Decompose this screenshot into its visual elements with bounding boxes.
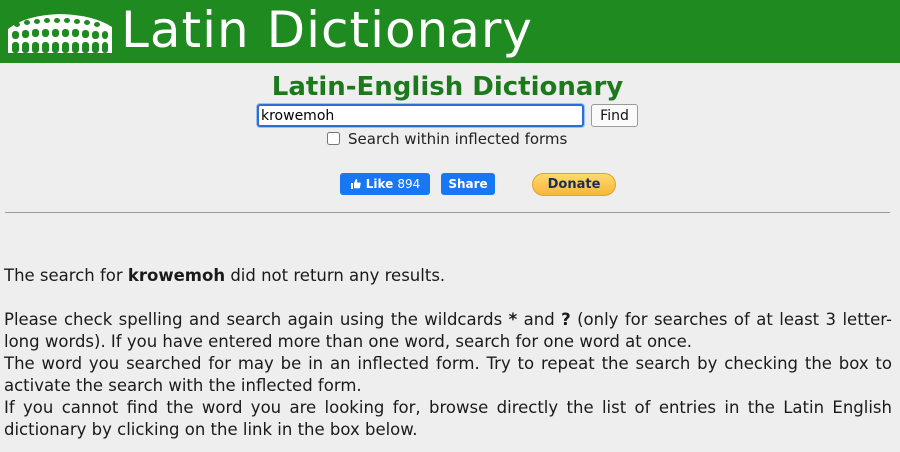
inflected-forms-checkbox[interactable] — [327, 132, 340, 145]
no-results-message: The search for krowemoh did not return a… — [4, 265, 892, 287]
searched-term: krowemoh — [127, 266, 226, 285]
like-label: Like — [365, 177, 394, 191]
result-suffix: did not return any results. — [225, 266, 446, 285]
facebook-share-button[interactable]: Share — [441, 173, 495, 195]
donate-button[interactable]: Donate — [532, 173, 616, 196]
help-text: Please check spelling and search again u… — [4, 309, 892, 441]
site-header: Latin Dictionary — [0, 0, 900, 63]
browse-tip: If you cannot find the word you are look… — [4, 398, 892, 439]
wildcard-tip-text: Please check spelling and search again u… — [4, 310, 509, 329]
page-title: Latin-English Dictionary — [271, 72, 624, 102]
facebook-like-button[interactable]: Like 894 — [340, 173, 430, 195]
find-button[interactable]: Find — [591, 104, 638, 127]
wildcard-star: * — [508, 310, 518, 329]
colosseum-icon[interactable] — [6, 9, 114, 55]
site-title[interactable]: Latin Dictionary — [121, 0, 533, 63]
wildcard-tip: Please check spelling and search again u… — [4, 309, 892, 353]
divider — [5, 212, 890, 213]
inflected-forms-option[interactable]: Search within inflected forms — [327, 129, 567, 149]
wildcard-tip-and: and — [517, 310, 562, 329]
wildcard-question: ? — [561, 310, 571, 329]
search-input[interactable] — [257, 104, 584, 127]
thumbs-up-icon — [350, 179, 361, 189]
like-count: 894 — [397, 177, 421, 191]
result-prefix: The search for — [4, 266, 128, 285]
inflected-tip: The word you searched for may be in an i… — [4, 354, 892, 395]
inflected-forms-label: Search within inflected forms — [348, 130, 568, 148]
